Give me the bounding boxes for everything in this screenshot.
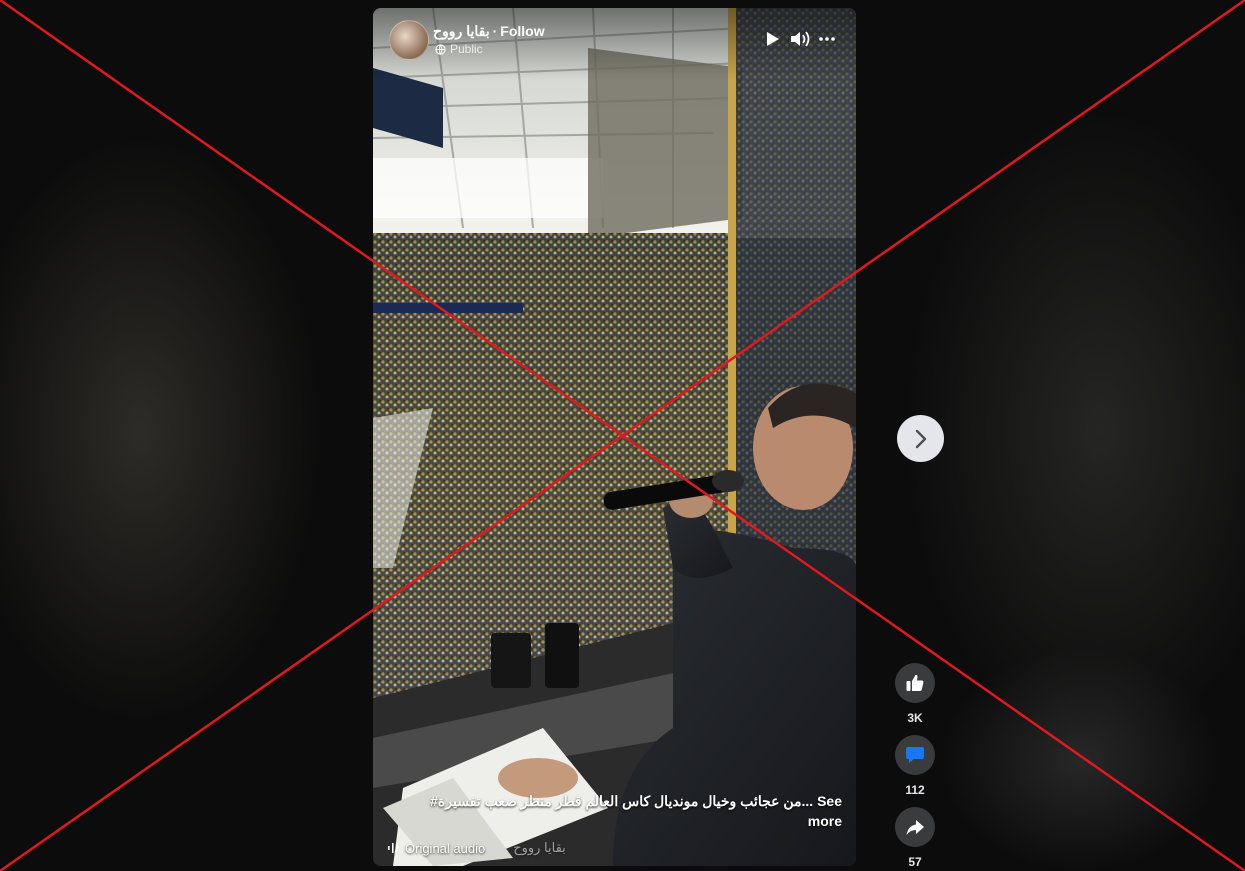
video-player[interactable]: بقايا رووح · Follow Public #من عجائب وخيال…	[373, 8, 856, 866]
author-avatar[interactable]	[389, 20, 429, 60]
audience-indicator: Public	[435, 42, 483, 56]
separator: ·	[492, 23, 498, 39]
thumbs-up-icon	[906, 674, 924, 691]
author-line: بقايا رووح · Follow	[433, 23, 545, 40]
audio-attribution[interactable]: Original audio بقايا رووح	[387, 840, 566, 856]
audience-label: Public	[450, 42, 483, 56]
author-name[interactable]: بقايا رووح	[433, 23, 490, 39]
play-icon	[767, 32, 779, 46]
comment-action: 112	[895, 735, 935, 797]
share-action: 57	[895, 807, 935, 869]
comment-button[interactable]	[895, 735, 935, 775]
video-frame	[373, 8, 856, 866]
globe-icon	[435, 43, 446, 55]
play-button[interactable]	[762, 28, 784, 50]
volume-icon	[791, 31, 810, 47]
follow-button[interactable]: Follow	[500, 23, 544, 39]
more-icon	[819, 37, 835, 41]
comment-icon	[906, 747, 924, 763]
like-action: 3K	[895, 663, 935, 725]
post-caption[interactable]: #من عجائب وخيال مونديال كاس العالم قطر م…	[413, 791, 842, 831]
audio-author: بقايا رووح	[513, 840, 566, 855]
like-count: 3K	[907, 711, 923, 725]
share-icon	[906, 820, 924, 835]
more-options-button[interactable]	[816, 28, 838, 50]
audio-wave-icon	[388, 843, 398, 853]
comment-count: 112	[905, 783, 925, 797]
share-button[interactable]	[895, 807, 935, 847]
chevron-right-icon	[915, 429, 926, 448]
next-reel-button[interactable]	[897, 415, 944, 462]
share-count: 57	[908, 855, 922, 869]
caption-text[interactable]: #من عجائب وخيال مونديال كاس العالم قطر م…	[430, 793, 842, 829]
like-button[interactable]	[895, 663, 935, 703]
volume-button[interactable]	[789, 28, 811, 50]
audio-label[interactable]: Original audio	[405, 841, 485, 856]
